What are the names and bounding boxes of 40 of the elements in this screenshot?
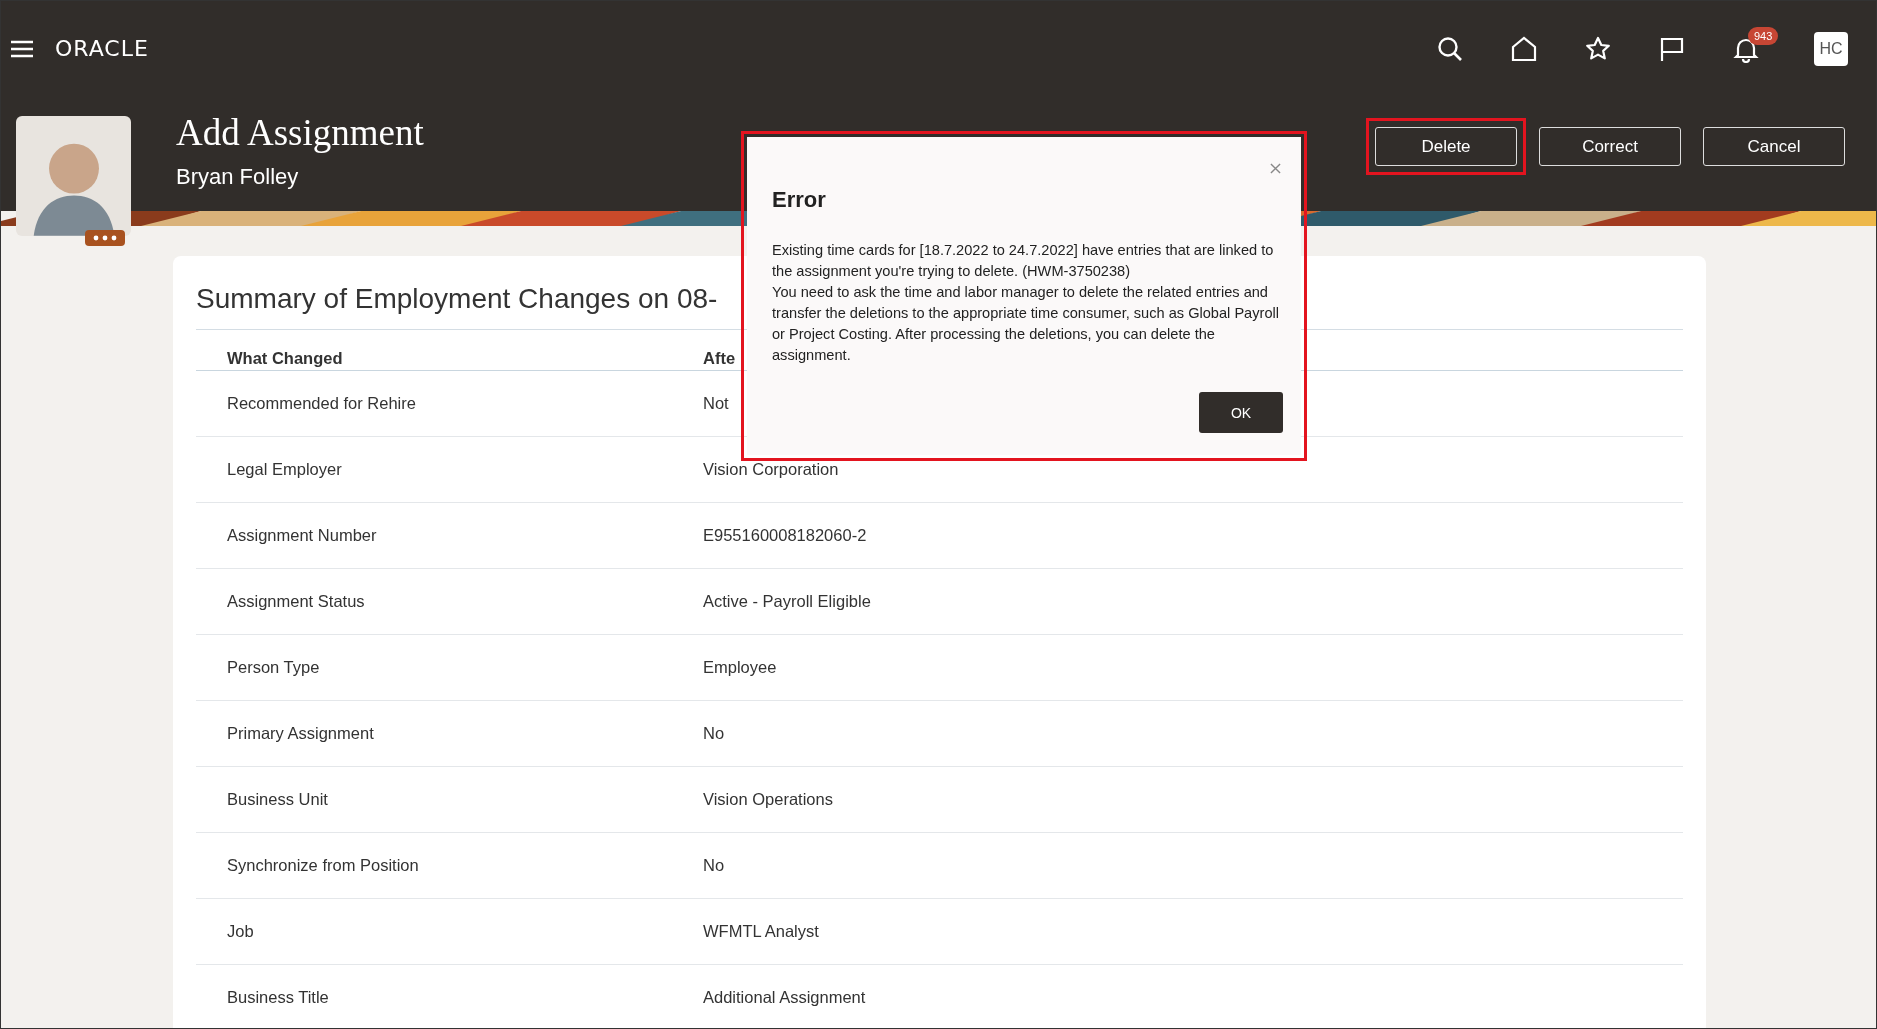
table-cell-text: Primary Assignment (227, 724, 375, 743)
logo[interactable]: ORACLE (55, 36, 149, 61)
menu-icon[interactable] (11, 39, 33, 58)
table-cell: Vision Operations (703, 790, 833, 809)
person-name: Bryan Folley (176, 164, 300, 190)
table-cell: Additional Assignment (703, 988, 866, 1007)
page-title: Add Assignment (176, 111, 424, 154)
table-cell: Employee (703, 658, 777, 677)
table-cell-text: Recommended for Rehire (227, 394, 417, 413)
error-message: Existing time cards for [18.7.2022 to 24.7.2022] have entries that are linked to the assignment you're trying to delete. (HWM-3750238) (772, 241, 1275, 281)
table-cell: No (703, 724, 725, 743)
header-button[interactable]: Correct (1539, 127, 1681, 166)
table-cell-text: Assignment Status (227, 592, 366, 611)
table-cell: Active - Payroll Eligible (703, 592, 871, 611)
ok-button[interactable]: OK (1199, 392, 1283, 433)
table-cell-text: Business Title (227, 988, 330, 1007)
notification-count: 943 (1748, 26, 1779, 45)
table-cell-text: Synchronize from Position (227, 856, 420, 875)
column-header: What Changed (227, 349, 344, 369)
table-cell-text: Legal Employer (227, 460, 343, 479)
column-header: Afte (703, 349, 736, 369)
table-cell: No (703, 856, 725, 875)
table-cell: E955160008182060-2 (703, 526, 867, 545)
table-cell-text: Job (227, 922, 255, 941)
home-icon[interactable] (1510, 34, 1538, 63)
table-cell-text: Person Type (227, 658, 321, 677)
search-icon[interactable] (1436, 34, 1464, 63)
table-cell: WFMTL Analyst (703, 922, 819, 941)
section-title: Summary of Employment Changes on 08- (196, 283, 718, 315)
table-cell-text: Assignment Number (227, 526, 378, 545)
table-cell: Vision Corporation (703, 460, 839, 479)
table-cell: Not (703, 394, 729, 413)
table-cell-text: Business Unit (227, 790, 329, 809)
header-button[interactable]: Cancel (1703, 127, 1845, 166)
user-avatar[interactable]: HC (1814, 31, 1848, 66)
dialog-title: Error (772, 187, 826, 213)
error-message: You need to ask the time and labor manager to delete the related entries and transfer the deletions to the appropriate time consumer, such as Global Payroll or Project Costing. After processing the deletions, you can delete the assignment. (772, 283, 1280, 365)
more-icon[interactable] (85, 230, 125, 246)
close-icon[interactable] (1270, 163, 1281, 174)
header-button[interactable]: Delete (1375, 127, 1517, 166)
